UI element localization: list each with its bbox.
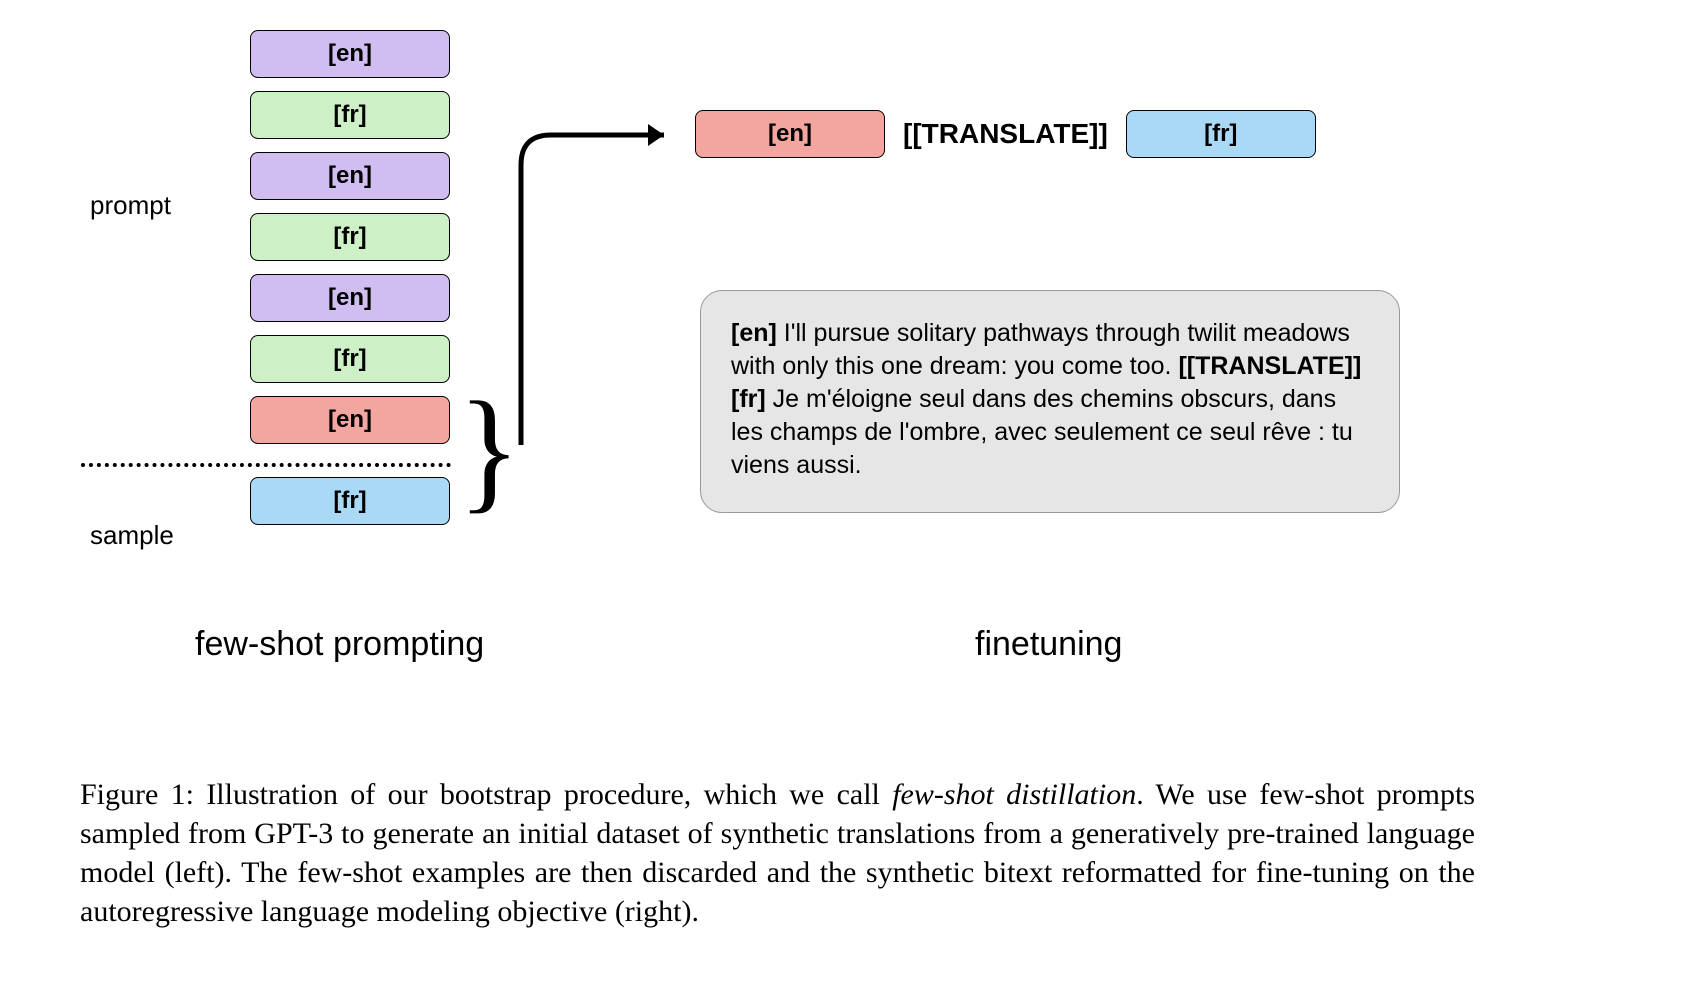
diagram-container: prompt sample [en] [fr] [en] [fr] [en] […	[0, 0, 1700, 998]
translate-label: [[TRANSLATE]]	[903, 118, 1108, 150]
figure-label: Figure 1:	[80, 778, 206, 811]
figure-caption: Figure 1: Illustration of our bootstrap …	[80, 775, 1475, 931]
block-en: [en]	[250, 274, 450, 322]
block-fr: [fr]	[250, 335, 450, 383]
prompt-label: prompt	[90, 190, 171, 221]
block-en-query: [en]	[250, 396, 450, 444]
example-en-tag: [en]	[731, 319, 777, 347]
block-fr-sample: [fr]	[250, 477, 450, 525]
caption-pre: Illustration of our bootstrap procedure,…	[206, 778, 892, 811]
block-en: [en]	[250, 152, 450, 200]
finetune-en-block: [en]	[695, 110, 885, 158]
caption-em: few-shot distillation	[892, 778, 1136, 811]
example-fr-text: Je m'éloigne seul dans des chemins obscu…	[731, 385, 1353, 479]
block-fr: [fr]	[250, 91, 450, 139]
finetune-fr-block: [fr]	[1126, 110, 1316, 158]
example-box: [en] I'll pursue solitary pathways throu…	[700, 290, 1400, 513]
right-top-row: [en] [[TRANSLATE]] [fr]	[695, 110, 1316, 158]
arrow-icon	[506, 110, 686, 460]
divider-dotted	[81, 463, 451, 467]
block-en: [en]	[250, 30, 450, 78]
blocks-column: [en] [fr] [en] [fr] [en] [fr] [en] [fr]	[250, 30, 450, 538]
block-fr: [fr]	[250, 213, 450, 261]
sample-label: sample	[90, 520, 174, 551]
right-section: [en] [[TRANSLATE]] [fr]	[695, 110, 1316, 158]
section-title-right: finetuning	[975, 625, 1122, 664]
section-title-left: few-shot prompting	[195, 625, 484, 664]
